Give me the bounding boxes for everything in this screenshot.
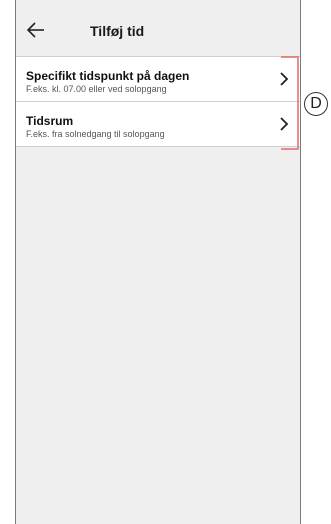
back-button[interactable] (25, 19, 47, 41)
option-subtitle: F.eks. kl. 07.00 eller ved solopgang (26, 84, 167, 94)
callout-bracket (281, 56, 299, 150)
option-specific-time[interactable]: Specifikt tidspunkt på dagen F.eks. kl. … (16, 57, 300, 102)
app-header: Tilføj tid (16, 0, 300, 55)
time-option-list: Specifikt tidspunkt på dagen F.eks. kl. … (16, 56, 300, 147)
option-title: Specifikt tidspunkt på dagen (26, 69, 190, 83)
option-title: Tidsrum (26, 114, 74, 128)
option-subtitle: F.eks. fra solnedgang til solopgang (26, 129, 165, 139)
option-time-range[interactable]: Tidsrum F.eks. fra solnedgang til solopg… (16, 102, 300, 147)
phone-screen: Tilføj tid Specifikt tidspunkt på dagen … (15, 0, 301, 524)
arrow-left-icon (26, 22, 44, 38)
callout-label: D (304, 92, 328, 116)
page-title: Tilføj tid (90, 23, 145, 39)
